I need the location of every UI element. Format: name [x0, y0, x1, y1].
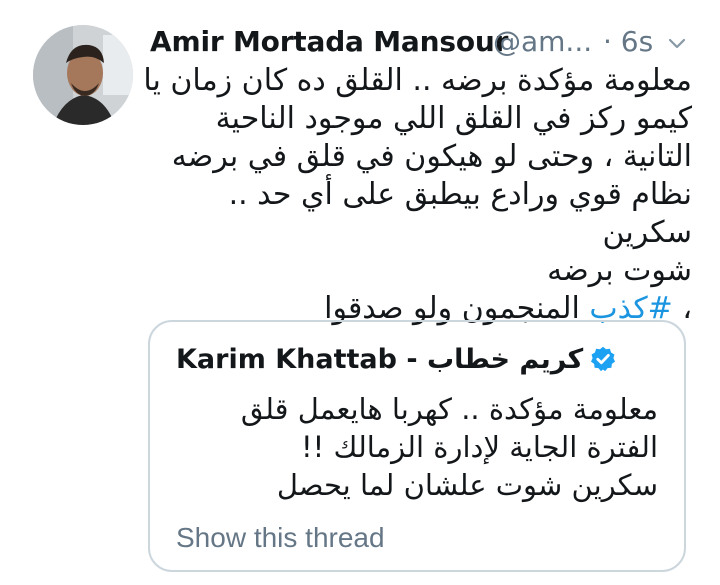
tweet: Amir Mortada Mansour @am... · 6s معلومة … — [0, 0, 720, 585]
show-thread-link[interactable]: Show this thread — [176, 518, 385, 558]
quoted-tweet-text: معلومة مؤكدة .. كهربا هايعمل قلق الفترة … — [178, 390, 658, 504]
tweet-text: معلومة مؤكدة برضه .. القلق ده كان زمان ي… — [132, 62, 692, 328]
quoted-author-name-ar: كريم خطاب — [426, 344, 584, 375]
tweet-text-line: كيمو ركز في القلق اللي موجود الناحية — [215, 101, 692, 136]
chevron-down-icon[interactable] — [666, 32, 688, 54]
author-handle[interactable]: @am... — [493, 22, 592, 62]
tweet-text-line: نظام قوي ورادع بيطبق على أي حد .. سكرين — [228, 177, 692, 250]
quoted-text-line: الفترة الجاية لإدارة الزمالك !! — [301, 430, 658, 464]
quoted-tweet-author: Karim Khattab - كريم خطاب — [176, 340, 617, 380]
tweet-text-line: معلومة مؤكدة برضه .. القلق ده كان زمان ي… — [143, 63, 692, 98]
tweet-text-prefix: ، — [672, 291, 692, 326]
quoted-text-line: معلومة مؤكدة .. كهربا هايعمل قلق — [240, 392, 658, 426]
tweet-header: Amir Mortada Mansour @am... · 6s — [150, 22, 700, 62]
quoted-tweet-card[interactable]: Karim Khattab - كريم خطاب معلومة مؤكدة .… — [148, 320, 686, 572]
tweet-text-line: التانية ، وحتى لو هيكون في قلق في برضه — [171, 139, 692, 174]
author-name[interactable]: Amir Mortada Mansour — [150, 22, 508, 62]
tweet-text-line: شوت برضه — [547, 253, 692, 288]
tweet-timestamp[interactable]: · 6s — [603, 22, 653, 62]
verified-badge-icon — [591, 346, 616, 372]
quoted-author-name-en: Karim Khattab - — [176, 344, 427, 375]
profile-photo-icon[interactable] — [33, 25, 133, 125]
quoted-text-line: سكرين شوت علشان لما يحصل — [276, 468, 658, 502]
